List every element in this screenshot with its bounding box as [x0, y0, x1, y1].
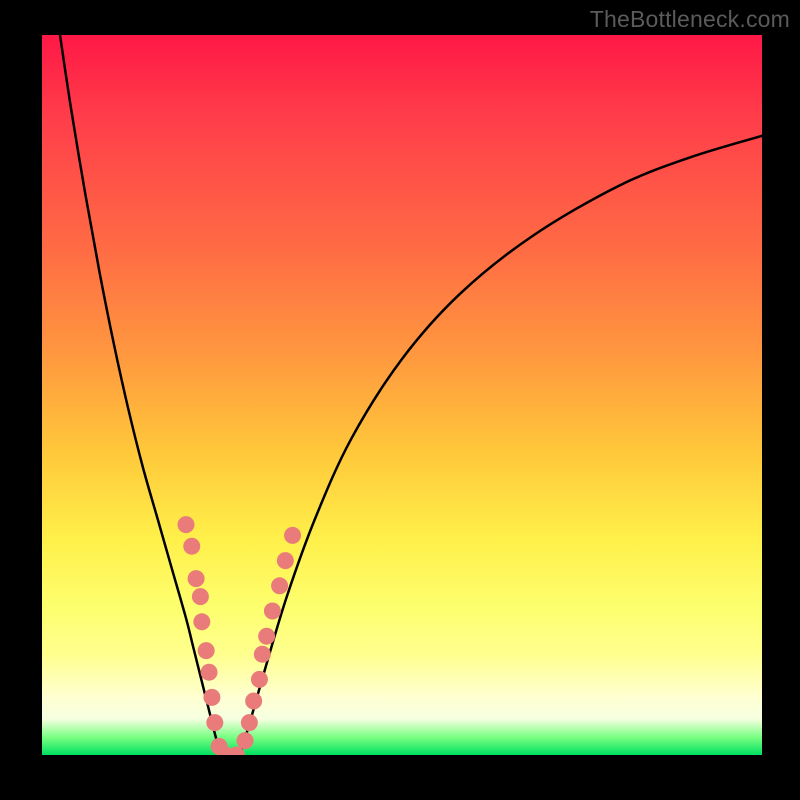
marker-point — [277, 552, 294, 569]
chart-frame: TheBottleneck.com — [0, 0, 800, 800]
marker-point — [192, 588, 209, 605]
marker-point — [264, 603, 281, 620]
watermark-text: TheBottleneck.com — [590, 6, 790, 33]
plot-svg — [42, 35, 762, 755]
marker-point — [193, 613, 210, 630]
marker-point — [203, 689, 220, 706]
marker-point — [271, 577, 288, 594]
marker-point — [241, 714, 258, 731]
curve-right-curve — [240, 136, 762, 755]
marker-point — [237, 732, 254, 749]
marker-point — [178, 516, 195, 533]
marker-point — [198, 642, 215, 659]
curve-left-curve — [60, 35, 221, 755]
marker-point — [206, 714, 223, 731]
marker-point — [254, 646, 271, 663]
marker-point — [183, 538, 200, 555]
marker-point — [201, 664, 218, 681]
marker-point — [258, 628, 275, 645]
marker-point — [251, 671, 268, 688]
marker-point — [245, 693, 262, 710]
marker-point — [284, 527, 301, 544]
marker-point — [188, 570, 205, 587]
plot-area — [42, 35, 762, 755]
